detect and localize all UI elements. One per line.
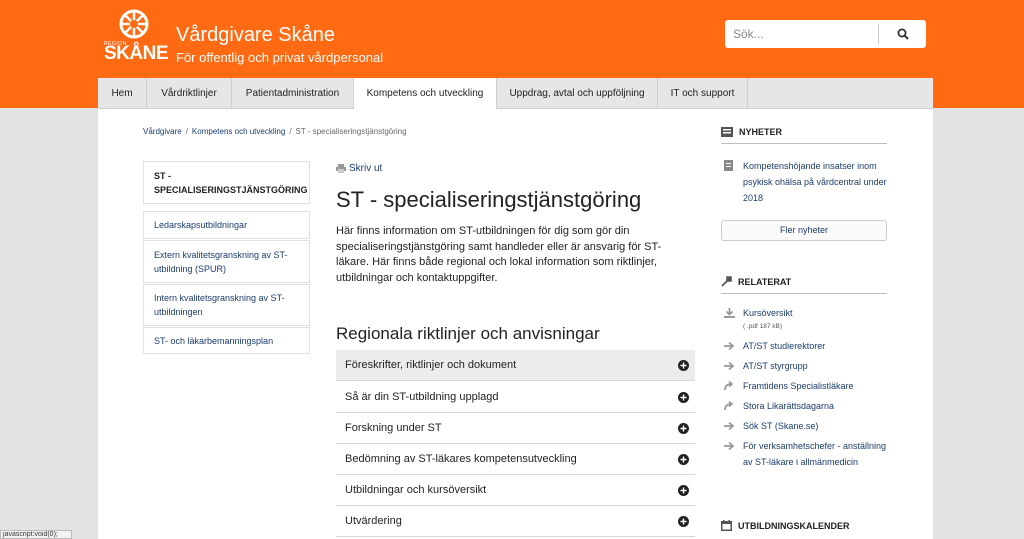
left-nav-current[interactable]: ST - specialiseringstjänstgöring [143, 161, 310, 204]
calendar-heading-label: UTBILDNINGSKALENDER [738, 520, 850, 531]
browser-status-bar: javascript:void(0); [0, 530, 72, 539]
link-icon [721, 276, 732, 287]
left-nav-item-ledarskap[interactable]: Ledarskapsutbildningar [143, 211, 310, 239]
search-box [725, 20, 926, 48]
related-link-label: AT/ST styrgrupp [743, 361, 808, 371]
calendar-icon [721, 520, 732, 531]
arrow-right-icon [724, 441, 735, 451]
accordion-item[interactable]: Föreskrifter, riktlinjer och dokument [336, 350, 695, 381]
nav-item-kompetens-och-utveckling[interactable]: Kompetens och utveckling [354, 78, 497, 109]
breadcrumb-separator: / [185, 127, 188, 136]
plus-circle-icon [678, 454, 689, 465]
site-subtitle: För offentlig och privat vårdpersonal [176, 50, 384, 65]
accordion-item[interactable]: Så är din ST-utbildning upplagd [336, 382, 695, 413]
external-link-icon [724, 381, 734, 391]
related-link-stora-likarattsdagarna[interactable]: Stora Likarättsdagarna [721, 398, 887, 414]
related-link-sok-st[interactable]: Sök ST (Skane.se) [721, 418, 887, 434]
section-title: Regionala riktlinjer och anvisningar [336, 324, 600, 343]
news-icon [721, 127, 733, 137]
nav-item-patientadministration[interactable]: Patientadministration [232, 78, 354, 109]
calendar-heading: UTBILDNINGSKALENDER [721, 520, 887, 537]
arrow-right-icon [724, 341, 735, 351]
search-button[interactable] [878, 24, 926, 44]
related-heading: RELATERAT [721, 276, 887, 294]
external-link-icon [724, 401, 734, 411]
search-icon [897, 28, 909, 40]
nav-item-it-och-support[interactable]: IT och support [658, 78, 748, 109]
accordion-item[interactable]: Forskning under ST [336, 413, 695, 444]
accordion-item[interactable]: Utvärdering [336, 506, 695, 537]
nav-item-hem[interactable]: Hem [98, 78, 147, 109]
related-link-label: Kursöversikt [743, 308, 793, 318]
breadcrumb-link-kompetens[interactable]: Kompetens och utveckling [192, 127, 285, 136]
intro-text: Här finns information om ST-utbildningen… [336, 225, 662, 284]
accordion-item[interactable]: Utbildningar och kursöversikt [336, 475, 695, 506]
search-input[interactable] [725, 20, 878, 48]
printer-icon [336, 164, 346, 173]
arrow-right-icon [724, 421, 735, 431]
nav-item-uppdrag-avtal[interactable]: Uppdrag, avtal och uppföljning [497, 78, 658, 109]
print-label: Skriv ut [349, 163, 383, 174]
news-item-link[interactable]: Kompetenshöjande insatser inom psykisk o… [721, 158, 887, 206]
arrow-right-icon [724, 361, 735, 371]
related-link-label: För verksamhetschefer - anställning av S… [743, 441, 887, 467]
related-heading-label: RELATERAT [738, 276, 792, 287]
logo-skane-text: SKÅNE [104, 43, 169, 64]
related-link-studierektorer[interactable]: AT/ST studierektorer [721, 338, 887, 354]
related-link-verksamhetschefer[interactable]: För verksamhetschefer - anställning av S… [721, 438, 887, 470]
news-heading: NYHETER [721, 127, 887, 144]
plus-circle-icon [678, 360, 689, 371]
related-link-label: AT/ST studierektorer [743, 341, 826, 351]
plus-circle-icon [678, 516, 689, 527]
nav-item-vardriktlinjer[interactable]: Vårdriktlinjer [147, 78, 232, 109]
related-link-styrgrupp[interactable]: AT/ST styrgrupp [721, 358, 887, 374]
main-navigation: Hem Vårdriktlinjer Patientadministration… [98, 78, 933, 109]
related-link-framtidens-specialistlakare[interactable]: Framtidens Specialistläkare [721, 378, 887, 394]
plus-circle-icon [678, 485, 689, 496]
site-title[interactable]: Vårdgivare Skåne [176, 24, 335, 47]
file-meta: ( .pdf 187 kB) [743, 323, 783, 330]
breadcrumb-separator: / [289, 127, 292, 136]
related-link-label: Framtidens Specialistläkare [743, 381, 854, 391]
accordion-label: Föreskrifter, riktlinjer och dokument [345, 359, 517, 371]
plus-circle-icon [678, 423, 689, 434]
plus-circle-icon [678, 392, 689, 403]
related-link-label: Stora Likarättsdagarna [743, 401, 835, 411]
left-nav-item-extern-granskning[interactable]: Extern kvalitetsgranskning av ST-utbildn… [143, 240, 310, 283]
accordion-label: Bedömning av ST-läkares kompetensutveckl… [345, 453, 577, 465]
accordion-label: Forskning under ST [345, 422, 442, 434]
news-heading-label: NYHETER [739, 127, 783, 137]
accordion-label: Utvärdering [345, 515, 402, 527]
print-link[interactable]: Skriv ut [336, 163, 382, 174]
accordion-item[interactable]: Bedömning av ST-läkares kompetensutveckl… [336, 444, 695, 475]
breadcrumb-link-vardgivare[interactable]: Vårdgivare [143, 127, 182, 136]
breadcrumb-current: ST - specialiseringstjänstgöring [295, 127, 407, 136]
accordion-label: Så är din ST-utbildning upplagd [345, 391, 499, 403]
left-nav-item-bemanningsplan[interactable]: ST- och läkarbemanningsplan [143, 327, 310, 354]
accordion-label: Utbildningar och kursöversikt [345, 484, 487, 496]
page-title: ST - specialiseringstjänstgöring [336, 187, 642, 212]
document-icon [724, 160, 733, 171]
left-nav-item-intern-granskning[interactable]: Intern kvalitetsgranskning av ST-utbildn… [143, 284, 310, 326]
breadcrumb: Vårdgivare / Kompetens och utveckling / ST -… [143, 127, 407, 136]
related-link-label: Sök ST (Skane.se) [743, 421, 819, 431]
download-icon [724, 308, 735, 318]
news-item-label: Kompetenshöjande insatser inom psykisk o… [743, 161, 887, 203]
more-news-button[interactable]: Fler nyheter [721, 220, 887, 241]
related-link-kursoversikt[interactable]: Kursöversikt [721, 305, 887, 321]
